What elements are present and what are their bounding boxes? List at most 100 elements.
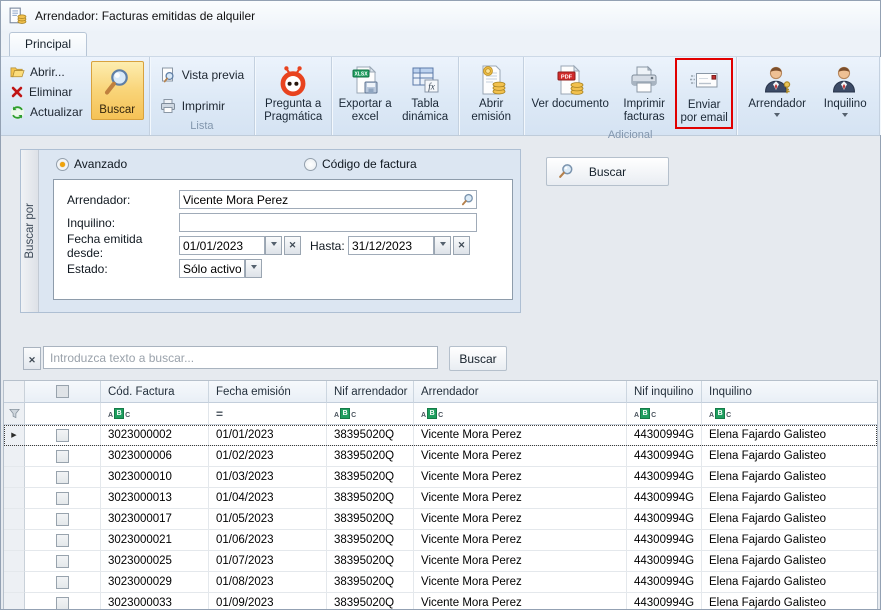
- search-input[interactable]: [43, 346, 438, 369]
- fecha-hasta-dropdown-button[interactable]: [434, 236, 451, 255]
- row-checkbox[interactable]: [56, 471, 69, 484]
- column-header-cod-factura[interactable]: Cód. Factura: [101, 381, 209, 403]
- cell-cod-factura[interactable]: 3023000006: [101, 446, 209, 467]
- estado-field[interactable]: [179, 259, 245, 278]
- column-header-nif-arrendador[interactable]: Nif arrendador: [327, 381, 414, 403]
- row-checkbox[interactable]: [56, 429, 69, 442]
- cell-cod-factura[interactable]: 3023000002: [101, 425, 209, 446]
- cell-arrendador[interactable]: Vicente Mora Perez: [414, 425, 627, 446]
- export-excel-button[interactable]: XLSX Exportar a excel: [335, 59, 395, 124]
- view-document-button[interactable]: PDF Ver documento: [527, 59, 613, 129]
- row-checkbox[interactable]: [56, 513, 69, 526]
- cell-arrendador[interactable]: Vicente Mora Perez: [414, 488, 627, 509]
- cell-fecha-emision[interactable]: 01/02/2023: [209, 446, 327, 467]
- cell-nif-inquilino[interactable]: 44300994G: [627, 572, 702, 593]
- column-header-fecha-emision[interactable]: Fecha emisión: [209, 381, 327, 403]
- cell-fecha-emision[interactable]: 01/03/2023: [209, 467, 327, 488]
- print-preview-button[interactable]: Vista previa: [153, 64, 251, 86]
- ask-pragmatica-button[interactable]: Pregunta a Pragmática: [258, 59, 328, 124]
- cell-inquilino[interactable]: Elena Fajardo Galisteo: [702, 551, 877, 572]
- cell-inquilino[interactable]: Elena Fajardo Galisteo: [702, 509, 877, 530]
- cell-nif-arrendador[interactable]: 38395020Q: [327, 446, 414, 467]
- fecha-desde-clear-button[interactable]: [284, 236, 301, 255]
- row-checkbox[interactable]: [56, 597, 69, 610]
- lookup-magnifier-icon[interactable]: [461, 193, 474, 206]
- cell-nif-inquilino[interactable]: 44300994G: [627, 488, 702, 509]
- pivot-table-button[interactable]: fx Tabla dinámica: [395, 59, 455, 124]
- cell-inquilino[interactable]: Elena Fajardo Galisteo: [702, 488, 877, 509]
- cell-nif-inquilino[interactable]: 44300994G: [627, 593, 702, 609]
- cell-arrendador[interactable]: Vicente Mora Perez: [414, 572, 627, 593]
- filter-cell-inquilino[interactable]: ABC: [702, 403, 877, 425]
- cell-nif-arrendador[interactable]: 38395020Q: [327, 530, 414, 551]
- radio-codigo-factura[interactable]: Código de factura: [304, 157, 417, 171]
- cell-nif-inquilino[interactable]: 44300994G: [627, 425, 702, 446]
- inquilino-field[interactable]: [179, 213, 477, 232]
- cell-nif-inquilino[interactable]: 44300994G: [627, 446, 702, 467]
- cell-arrendador[interactable]: Vicente Mora Perez: [414, 551, 627, 572]
- cell-inquilino[interactable]: Elena Fajardo Galisteo: [702, 530, 877, 551]
- row-checkbox[interactable]: [56, 534, 69, 547]
- row-checkbox[interactable]: [56, 492, 69, 505]
- table-row[interactable]: 3023000010 01/03/2023 38395020Q Vicente …: [4, 467, 877, 488]
- table-row[interactable]: 3023000017 01/05/2023 38395020Q Vicente …: [4, 509, 877, 530]
- cell-fecha-emision[interactable]: 01/05/2023: [209, 509, 327, 530]
- row-checkbox-cell[interactable]: [25, 530, 101, 551]
- cell-fecha-emision[interactable]: 01/04/2023: [209, 488, 327, 509]
- landlord-menu-button[interactable]: Arrendador: [740, 59, 814, 120]
- cell-inquilino[interactable]: Elena Fajardo Galisteo: [702, 593, 877, 609]
- cell-nif-inquilino[interactable]: 44300994G: [627, 467, 702, 488]
- fecha-desde-field[interactable]: [179, 236, 265, 255]
- cell-arrendador[interactable]: Vicente Mora Perez: [414, 509, 627, 530]
- cell-nif-inquilino[interactable]: 44300994G: [627, 551, 702, 572]
- cell-nif-arrendador[interactable]: 38395020Q: [327, 488, 414, 509]
- cell-nif-arrendador[interactable]: 38395020Q: [327, 593, 414, 609]
- fecha-hasta-field[interactable]: [348, 236, 434, 255]
- cell-nif-arrendador[interactable]: 38395020Q: [327, 572, 414, 593]
- cell-fecha-emision[interactable]: 01/09/2023: [209, 593, 327, 609]
- fecha-hasta-clear-button[interactable]: [453, 236, 470, 255]
- table-row[interactable]: 3023000029 01/08/2023 38395020Q Vicente …: [4, 572, 877, 593]
- print-button[interactable]: Imprimir: [153, 95, 251, 117]
- row-checkbox-cell[interactable]: [25, 488, 101, 509]
- delete-button[interactable]: Eliminar: [5, 82, 88, 102]
- row-checkbox[interactable]: [56, 450, 69, 463]
- cell-cod-factura[interactable]: 3023000010: [101, 467, 209, 488]
- filter-cell-fecha[interactable]: =: [209, 403, 327, 425]
- filter-cell-arrendador[interactable]: ABC: [414, 403, 627, 425]
- send-email-button[interactable]: Enviar por email: [677, 60, 731, 127]
- row-checkbox-cell[interactable]: [25, 446, 101, 467]
- row-checkbox[interactable]: [56, 555, 69, 568]
- search-button-large[interactable]: Buscar: [91, 61, 144, 120]
- cell-inquilino[interactable]: Elena Fajardo Galisteo: [702, 572, 877, 593]
- cell-cod-factura[interactable]: 3023000029: [101, 572, 209, 593]
- table-row[interactable]: 3023000006 01/02/2023 38395020Q Vicente …: [4, 446, 877, 467]
- cell-nif-arrendador[interactable]: 38395020Q: [327, 425, 414, 446]
- cell-fecha-emision[interactable]: 01/06/2023: [209, 530, 327, 551]
- cell-arrendador[interactable]: Vicente Mora Perez: [414, 530, 627, 551]
- column-header-nif-inquilino[interactable]: Nif inquilino: [627, 381, 702, 403]
- table-row[interactable]: 3023000025 01/07/2023 38395020Q Vicente …: [4, 551, 877, 572]
- table-row[interactable]: 3023000002 01/01/2023 38395020Q Vicente …: [4, 425, 877, 446]
- cell-cod-factura[interactable]: 3023000033: [101, 593, 209, 609]
- print-invoices-button[interactable]: Imprimir facturas: [613, 59, 675, 129]
- radio-avanzado[interactable]: Avanzado: [56, 157, 127, 171]
- row-checkbox-cell[interactable]: [25, 593, 101, 609]
- fecha-desde-dropdown-button[interactable]: [265, 236, 282, 255]
- dock-panel-caption[interactable]: Buscar por: [21, 150, 39, 312]
- column-header-inquilino[interactable]: Inquilino: [702, 381, 877, 403]
- arrendador-field[interactable]: [179, 190, 477, 209]
- cell-fecha-emision[interactable]: 01/07/2023: [209, 551, 327, 572]
- open-button[interactable]: Abrir...: [5, 62, 88, 82]
- cell-nif-inquilino[interactable]: 44300994G: [627, 530, 702, 551]
- table-row[interactable]: 3023000021 01/06/2023 38395020Q Vicente …: [4, 530, 877, 551]
- filter-cell-checkbox[interactable]: [25, 403, 101, 425]
- cell-cod-factura[interactable]: 3023000017: [101, 509, 209, 530]
- cell-cod-factura[interactable]: 3023000021: [101, 530, 209, 551]
- cell-cod-factura[interactable]: 3023000025: [101, 551, 209, 572]
- tenant-menu-button[interactable]: Inquilino: [814, 59, 876, 120]
- cell-nif-arrendador[interactable]: 38395020Q: [327, 467, 414, 488]
- refresh-button[interactable]: Actualizar: [5, 102, 88, 122]
- cell-fecha-emision[interactable]: 01/08/2023: [209, 572, 327, 593]
- cell-nif-arrendador[interactable]: 38395020Q: [327, 551, 414, 572]
